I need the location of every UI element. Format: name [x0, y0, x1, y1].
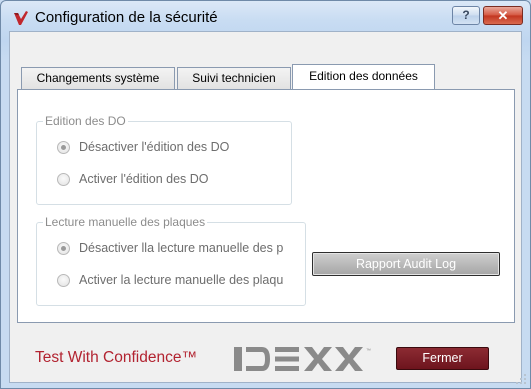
tab-edition-donnees[interactable]: Edition des données: [292, 64, 435, 89]
groupbox-legend: Edition des DO: [43, 114, 128, 128]
radio-button-icon: [57, 173, 70, 186]
close-window-button[interactable]: ✕: [483, 6, 523, 25]
radio-button-icon: [57, 274, 70, 287]
tab-changements-systeme[interactable]: Changements système: [21, 67, 175, 89]
idexx-logo: ™: [234, 347, 371, 371]
radio-label: Désactiver l'édition des DO: [79, 140, 230, 154]
radio-label: Activer la lecture manuelle des plaqu: [79, 273, 284, 287]
tab-panel-edition-donnees: Edition des DO Désactiver l'édition des …: [17, 89, 515, 323]
title-bar[interactable]: Configuration de la sécurité ? ✕: [1, 1, 530, 31]
tab-suivi-technicien[interactable]: Suivi technicien: [177, 67, 291, 89]
fermer-button[interactable]: Fermer: [396, 347, 489, 370]
radio-button-icon: [57, 242, 70, 255]
radio-button-icon: [57, 141, 70, 154]
resize-grip-icon[interactable]: [516, 374, 526, 384]
groupbox-lecture-plaques: Lecture manuelle des plaques Désactiver …: [36, 215, 307, 306]
app-icon: [14, 11, 28, 25]
radio-activer-lecture-plaques[interactable]: Activer la lecture manuelle des plaqu: [57, 273, 307, 289]
radio-label: Désactiver lla lecture manuelle des p: [79, 241, 284, 255]
window-title: Configuration de la sécurité: [35, 9, 218, 26]
radio-activer-edition-do[interactable]: Activer l'édition des DO: [57, 172, 289, 188]
rapport-audit-log-button[interactable]: Rapport Audit Log: [312, 252, 500, 276]
help-button[interactable]: ?: [452, 6, 480, 25]
radio-desactiver-edition-do[interactable]: Désactiver l'édition des DO: [57, 140, 289, 156]
groupbox-edition-do: Edition des DO Désactiver l'édition des …: [36, 114, 292, 205]
radio-label: Activer l'édition des DO: [79, 172, 209, 186]
dialog-window: Configuration de la sécurité ? ✕ Changem…: [0, 0, 531, 389]
slogan-text: Test With Confidence™: [35, 349, 197, 366]
groupbox-legend: Lecture manuelle des plaques: [43, 215, 208, 229]
svg-text:™: ™: [366, 348, 371, 354]
radio-desactiver-lecture-plaques[interactable]: Désactiver lla lecture manuelle des p: [57, 241, 307, 257]
